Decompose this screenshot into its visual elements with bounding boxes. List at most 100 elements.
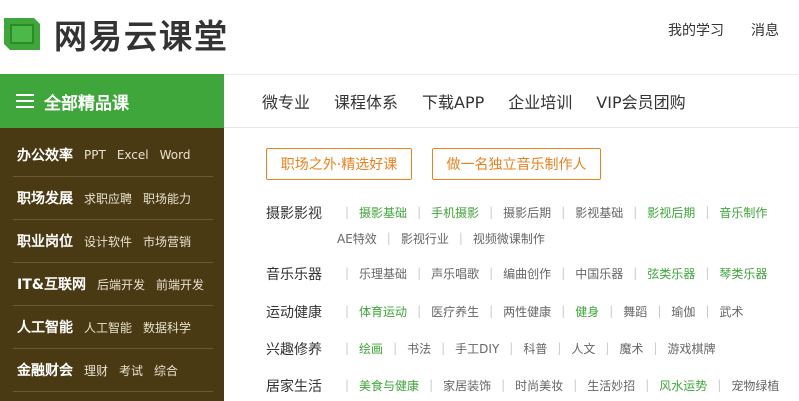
separator: | [561, 304, 566, 318]
separator: | [417, 205, 422, 219]
sidebar-sub-link[interactable]: 市场营销 [143, 233, 191, 250]
sidebar-sub-link[interactable]: 人工智能 [84, 319, 132, 336]
row-items-photo: | 摄影基础 | 手机摄影 | 摄影后期 | 影视基础 | 影视后期 | 音乐制作 [335, 203, 767, 221]
row-items-sport: | 体育运动 | 医疗养生 | 两性健康 | 健身 | 舞蹈 | 瑜伽 | 武术 [335, 302, 743, 320]
course-tag-link[interactable]: 宠物绿植 [731, 377, 779, 394]
course-tag-link[interactable]: 中国乐器 [575, 265, 623, 282]
separator: | [633, 266, 638, 280]
messages-link[interactable]: 消息 [751, 20, 779, 40]
sidebar-item-it[interactable]: IT&互联网 后端开发 前端开发 [13, 263, 213, 306]
separator: | [417, 304, 422, 318]
nav-download-app[interactable]: 下载APP [422, 89, 484, 113]
sidebar-sub-link[interactable]: 理财 [84, 362, 108, 379]
course-tag-link[interactable]: 手机摄影 [431, 204, 479, 221]
course-tag-link[interactable]: 医疗养生 [431, 303, 479, 320]
course-tag-link[interactable]: 人文 [571, 340, 595, 357]
separator: | [393, 341, 398, 355]
course-tag-link[interactable]: 健身 [575, 303, 599, 320]
sidebar-sub-link[interactable]: Word [160, 148, 191, 162]
course-tag-link[interactable]: 摄影后期 [503, 204, 551, 221]
course-tag-link[interactable]: 科普 [523, 340, 547, 357]
menu-icon [16, 94, 34, 108]
sidebar-sub-link[interactable]: 设计软件 [84, 233, 132, 250]
row-items-home: | 美食与健康 | 家居装饰 | 时尚美妆 | 生活妙招 | 风水运势 | 宠物绿植 [335, 376, 779, 394]
top-header: 网易云课堂 我的学习 消息 [0, 0, 799, 74]
separator: | [501, 378, 506, 392]
course-tag-link[interactable]: 武术 [719, 303, 743, 320]
separator: | [561, 266, 566, 280]
separator: | [489, 266, 494, 280]
sidebar-item-ai[interactable]: 人工智能 人工智能 数据科学 [13, 306, 213, 349]
course-tag-link[interactable]: 摄影基础 [359, 204, 407, 221]
all-courses-button[interactable]: 全部精品课 [0, 74, 224, 128]
course-tag-link[interactable]: 魔术 [619, 340, 643, 357]
course-tag-link[interactable]: 游戏棋牌 [668, 340, 716, 357]
sidebar-item-label: 金融财会 [17, 363, 73, 379]
row-label-home: 居家生活 [266, 379, 322, 395]
separator: | [561, 205, 566, 219]
sidebar-item-office[interactable]: 办公效率 PPT Excel Word [13, 134, 213, 177]
course-tag-link[interactable]: 影视行业 [401, 230, 449, 247]
separator: | [345, 205, 350, 219]
course-tag-link[interactable]: 时尚美妆 [515, 377, 563, 394]
nav-enterprise[interactable]: 企业培训 [508, 89, 572, 113]
sidebar-sub-link[interactable]: 后端开发 [97, 276, 145, 293]
logo[interactable]: 网易云课堂 [2, 10, 229, 58]
promo-tag-career-extra[interactable]: 职场之外·精选好课 [266, 148, 412, 180]
course-tag-link[interactable]: 编曲创作 [503, 265, 551, 282]
course-tag-link[interactable]: 风水运势 [659, 377, 707, 394]
sidebar-sub-link[interactable]: 求职应聘 [84, 190, 132, 207]
course-tag-link[interactable]: 瑜伽 [671, 303, 695, 320]
separator: | [705, 266, 710, 280]
course-tag-link[interactable]: 视频微课制作 [473, 230, 545, 247]
my-learning-link[interactable]: 我的学习 [668, 20, 724, 40]
course-tag-link[interactable]: 影视基础 [575, 204, 623, 221]
row-items-music: | 乐理基础 | 声乐唱歌 | 编曲创作 | 中国乐器 | 弦类乐器 | 琴类乐器 [335, 264, 767, 282]
sidebar-sub-link[interactable]: 前端开发 [156, 276, 204, 293]
course-tag-link[interactable]: 弦类乐器 [647, 265, 695, 282]
row-label-music: 音乐乐器 [266, 267, 322, 283]
top-links: 我的学习 消息 [668, 20, 779, 40]
sidebar-item-finance[interactable]: 金融财会 理财 考试 综合 [13, 349, 213, 392]
sidebar-item-career[interactable]: 职场发展 求职应聘 职场能力 [13, 177, 213, 220]
row-items-hobby: | 绘画 | 书法 | 手工DIY | 科普 | 人文 | 魔术 | 游戏棋牌 [335, 339, 716, 357]
sidebar-sub-link[interactable]: 数据科学 [143, 319, 191, 336]
separator: | [657, 304, 662, 318]
separator: | [645, 378, 650, 392]
separator: | [345, 266, 350, 280]
row-items-photo-2: AE特效 | 影视行业 | 视频微课制作 [337, 229, 545, 247]
sidebar-item-label: 职场发展 [17, 191, 73, 207]
course-tag-link[interactable]: 舞蹈 [623, 303, 647, 320]
sidebar-sub-link[interactable]: 考试 [119, 362, 143, 379]
nav-course-system[interactable]: 课程体系 [334, 89, 398, 113]
course-tag-link[interactable]: 家居装饰 [443, 377, 491, 394]
nav-micro-major[interactable]: 微专业 [262, 89, 310, 113]
separator: | [345, 378, 350, 392]
sidebar-sub-link[interactable]: PPT [84, 148, 106, 162]
separator: | [458, 231, 463, 245]
course-tag-link[interactable]: 影视后期 [647, 204, 695, 221]
separator: | [345, 304, 350, 318]
course-tag-link[interactable]: 乐理基础 [359, 265, 407, 282]
category-sidebar: 办公效率 PPT Excel Word 职场发展 求职应聘 职场能力 职业岗位 … [0, 128, 224, 401]
sidebar-sub-link[interactable]: 职场能力 [143, 190, 191, 207]
sidebar-sub-link[interactable]: Excel [117, 148, 149, 162]
row-label-sport: 运动健康 [266, 305, 322, 321]
promo-tag-music-producer[interactable]: 做一名独立音乐制作人 [432, 148, 601, 180]
course-tag-link[interactable]: 手工DIY [455, 340, 499, 357]
course-tag-link[interactable]: 生活妙招 [587, 377, 635, 394]
brand-name: 网易云课堂 [54, 17, 229, 56]
course-tag-link[interactable]: 琴类乐器 [719, 265, 767, 282]
course-tag-link[interactable]: 绘画 [359, 340, 383, 357]
sidebar-item-label: IT&互联网 [17, 277, 86, 293]
course-tag-link[interactable]: AE特效 [337, 230, 377, 247]
course-tag-link[interactable]: 美食与健康 [359, 377, 419, 394]
course-tag-link[interactable]: 体育运动 [359, 303, 407, 320]
course-tag-link[interactable]: 音乐制作 [719, 204, 767, 221]
sidebar-sub-link[interactable]: 综合 [154, 362, 178, 379]
course-tag-link[interactable]: 两性健康 [503, 303, 551, 320]
course-tag-link[interactable]: 书法 [407, 340, 431, 357]
course-tag-link[interactable]: 声乐唱歌 [431, 265, 479, 282]
nav-vip[interactable]: VIP会员团购 [596, 89, 685, 113]
sidebar-item-jobs[interactable]: 职业岗位 设计软件 市场营销 [13, 220, 213, 263]
